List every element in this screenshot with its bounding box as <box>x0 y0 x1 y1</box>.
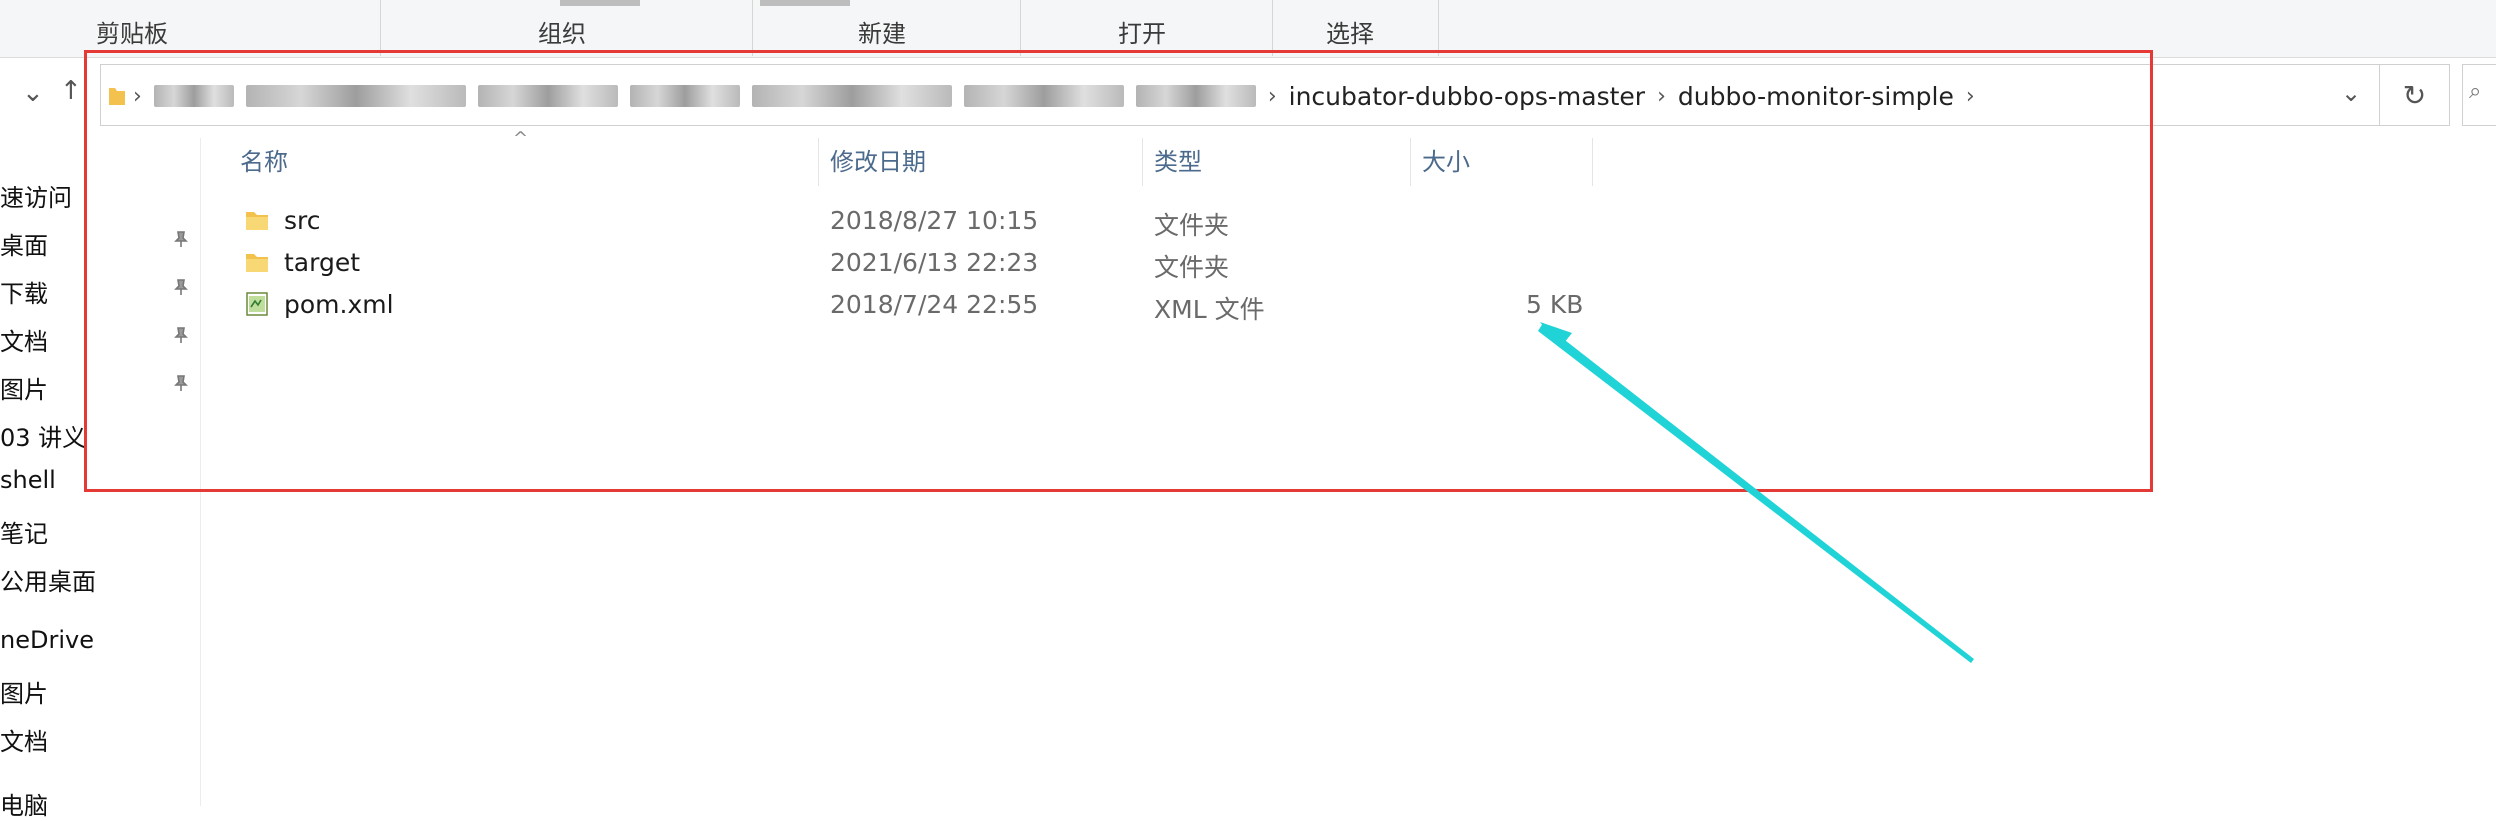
xml-file-icon <box>246 292 268 316</box>
sidebar-item-onedrive-documents[interactable]: 文档 <box>0 722 48 757</box>
column-divider[interactable] <box>1410 138 1411 186</box>
refresh-icon: ↻ <box>2402 78 2427 112</box>
search-box[interactable]: ⌕ <box>2462 64 2496 126</box>
column-header-date[interactable]: 修改日期 <box>830 142 926 177</box>
file-name: pom.xml <box>284 290 394 319</box>
file-type: 文件夹 <box>1154 211 1230 240</box>
column-divider[interactable] <box>1592 138 1593 186</box>
file-type: XML 文件 <box>1154 295 1265 324</box>
file-date: 2018/7/24 22:55 <box>830 290 1039 319</box>
ribbon-group-organize[interactable]: 组织 <box>538 14 586 49</box>
chevron-right-icon: › <box>133 83 142 109</box>
file-name: src <box>284 206 321 235</box>
address-bar[interactable]: › › incubator-dubbo-ops-master › dubbo-m… <box>100 64 2380 126</box>
chevron-right-icon: › <box>1267 83 1277 109</box>
file-name: target <box>284 248 361 277</box>
ribbon-group-new[interactable]: 新建 <box>858 14 906 49</box>
file-row[interactable]: pom.xml 2018/7/24 22:55 XML 文件 5 KB <box>240 286 1590 326</box>
sidebar-item-shell[interactable]: shell <box>0 466 56 494</box>
folder-icon <box>246 212 268 230</box>
breadcrumb-item[interactable]: incubator-dubbo-ops-master <box>1283 82 1651 111</box>
file-type: 文件夹 <box>1154 253 1230 282</box>
ribbon-group-clipboard[interactable]: 剪贴板 <box>96 14 168 49</box>
folder-icon <box>109 88 125 105</box>
breadcrumb: › › incubator-dubbo-ops-master › dubbo-m… <box>101 65 1981 127</box>
file-date: 2021/6/13 22:23 <box>830 248 1039 277</box>
redacted-path-segment <box>629 85 740 107</box>
address-dropdown-chevron-down-icon[interactable]: ⌄ <box>2341 79 2361 107</box>
ribbon-clipped-text <box>560 0 640 6</box>
redacted-path-segment <box>245 85 466 107</box>
chevron-right-icon[interactable]: › <box>1651 84 1672 109</box>
sidebar-item-documents[interactable]: 文档 <box>0 322 48 357</box>
sidebar-item-onedrive[interactable]: neDrive <box>0 626 94 654</box>
file-size: 5 KB <box>1526 290 1584 319</box>
pin-icon[interactable] <box>172 230 190 248</box>
pin-icon[interactable] <box>172 278 190 296</box>
recent-locations-chevron-down-icon[interactable]: ⌄ <box>22 78 44 108</box>
refresh-button[interactable]: ↻ <box>2380 64 2450 126</box>
file-date: 2018/8/27 10:15 <box>830 206 1039 235</box>
redacted-path-segment <box>153 85 234 107</box>
sidebar-item-downloads[interactable]: 下载 <box>0 274 48 309</box>
file-row[interactable]: src 2018/8/27 10:15 文件夹 <box>240 202 1590 242</box>
breadcrumb-item[interactable]: dubbo-monitor-simple <box>1672 82 1960 111</box>
ribbon-divider <box>380 0 381 56</box>
sidebar-item-public-desktop[interactable]: 公用桌面 <box>0 562 96 597</box>
pin-icon[interactable] <box>172 374 190 392</box>
folder-icon <box>246 254 268 272</box>
redacted-path-segment <box>477 85 618 107</box>
ribbon-clipped-text <box>760 0 850 6</box>
chevron-right-icon[interactable]: › <box>1960 84 1981 109</box>
ribbon-group-open[interactable]: 打开 <box>1118 14 1166 49</box>
sidebar-item-notes[interactable]: 笔记 <box>0 514 48 549</box>
column-header-size[interactable]: 大小 <box>1422 142 1470 177</box>
column-header-type[interactable]: 类型 <box>1154 142 1202 177</box>
sort-caret-up-icon: ^ <box>513 128 529 149</box>
redacted-path-segment <box>751 85 952 107</box>
up-arrow-icon[interactable]: ↑ <box>60 76 82 106</box>
column-divider[interactable] <box>1142 138 1143 186</box>
sidebar-item-this-pc[interactable]: 电脑 <box>0 786 48 821</box>
navigation-pane: 速访问 桌面 下载 文档 图片 03 讲义 shell 笔记 公用桌面 neDr… <box>0 138 201 820</box>
ribbon-group-select[interactable]: 选择 <box>1326 14 1374 49</box>
file-row[interactable]: target 2021/6/13 22:23 文件夹 <box>240 244 1590 284</box>
redacted-path-segment <box>963 85 1124 107</box>
sidebar-item-pictures[interactable]: 图片 <box>0 370 48 405</box>
ribbon-divider <box>1438 0 1439 56</box>
sidebar-item-onedrive-pictures[interactable]: 图片 <box>0 674 48 709</box>
sidebar-item-desktop[interactable]: 桌面 <box>0 226 48 261</box>
search-icon: ⌕ <box>2469 79 2482 104</box>
column-divider[interactable] <box>818 138 819 186</box>
redacted-path-segment <box>1135 85 1256 107</box>
sidebar-item-lectures[interactable]: 03 讲义 <box>0 418 86 453</box>
ribbon-divider <box>1020 0 1021 56</box>
column-header-name[interactable]: 名称 <box>240 142 288 177</box>
ribbon: 剪贴板 组织 新建 打开 选择 <box>0 0 2496 58</box>
ribbon-divider <box>752 0 753 56</box>
sidebar-item-quick-access[interactable]: 速访问 <box>0 178 72 213</box>
pin-icon[interactable] <box>172 326 190 344</box>
ribbon-divider <box>1272 0 1273 56</box>
